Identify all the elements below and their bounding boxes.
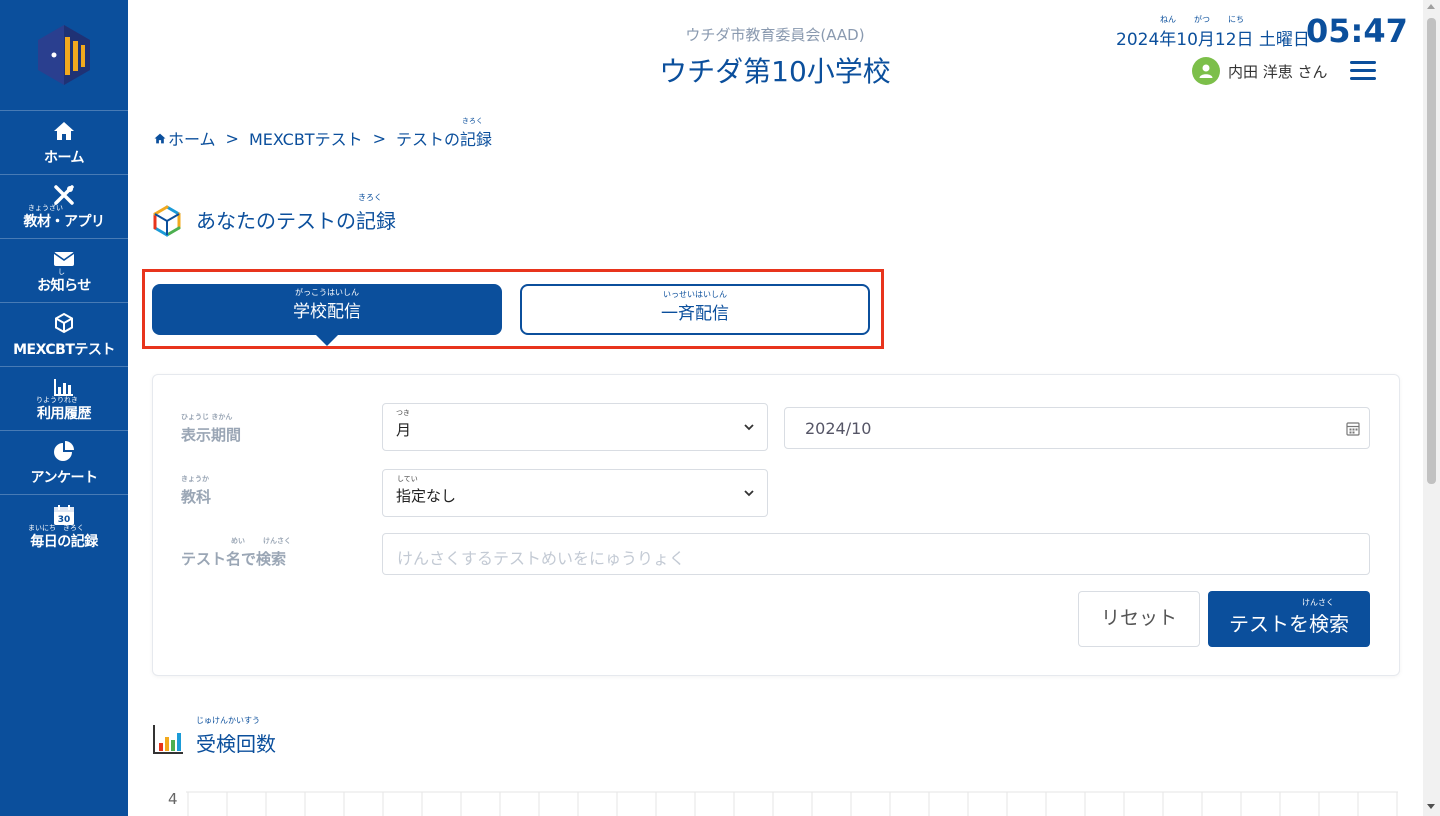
subject-select-value: 指定なし bbox=[396, 487, 457, 505]
scroll-up-arrow[interactable] bbox=[1427, 4, 1435, 9]
sidebar-item-home[interactable]: ホーム bbox=[0, 111, 128, 175]
search-label-text: テスト名で検索 bbox=[181, 550, 287, 568]
chart-title-label: 受検回数 bbox=[196, 732, 276, 756]
datetime: ねん がつ にち 2024年10月12日 土曜日 05:47 bbox=[1116, 10, 1416, 50]
search-button-label: テストを検索 bbox=[1229, 612, 1349, 636]
subject-label-ruby: きょうか bbox=[181, 475, 209, 483]
hamburger-menu-icon[interactable] bbox=[1350, 60, 1376, 82]
tab-label: 一斉配信 bbox=[661, 304, 729, 324]
period-select-value: 月 bbox=[396, 421, 412, 439]
chevron-down-icon bbox=[744, 424, 754, 431]
active-tab-arrow bbox=[316, 335, 338, 346]
sidebar-item-label: MEXCBTテスト bbox=[13, 342, 115, 358]
breadcrumb-separator: > bbox=[372, 128, 386, 148]
tab-school-delivery[interactable]: がっこうはいしん 学校配信 bbox=[152, 284, 502, 335]
school-logo-icon bbox=[38, 25, 90, 85]
sidebar-item-label: 毎日の記録 bbox=[30, 534, 98, 550]
search-test-button[interactable]: けんさく テストを検索 bbox=[1208, 591, 1370, 647]
school-name: ウチダ第10小学校 bbox=[659, 55, 891, 88]
scrollbar-thumb[interactable] bbox=[1427, 18, 1436, 484]
sidebar-item-materials[interactable]: きょうざい 教材・アプリ bbox=[0, 175, 128, 239]
month-input[interactable]: 2024/10 bbox=[784, 407, 1370, 449]
search-label-ruby: めい bbox=[231, 537, 245, 545]
home-small-icon bbox=[154, 133, 166, 143]
date-ruby-month: がつ bbox=[1194, 15, 1210, 24]
tab-label: 学校配信 bbox=[293, 302, 361, 322]
user-icon bbox=[1199, 64, 1213, 78]
subject-select-ruby: してい bbox=[397, 475, 418, 483]
period-select[interactable]: つき 月 bbox=[382, 403, 768, 451]
chart-section-icon bbox=[153, 725, 183, 754]
y-axis-tick: 4 bbox=[168, 790, 178, 808]
breadcrumb-current-ruby: きろく bbox=[461, 117, 483, 125]
chart-title-ruby: じゅけんかいすう bbox=[196, 716, 260, 725]
pie-chart-icon bbox=[52, 439, 76, 463]
period-label-ruby: ひょうじ きかん bbox=[181, 413, 233, 421]
breadcrumb-home[interactable]: ホーム bbox=[168, 126, 216, 150]
date-ruby-day: にち bbox=[1228, 15, 1244, 24]
sidebar-item-label: ホーム bbox=[43, 150, 85, 166]
avatar[interactable] bbox=[1192, 57, 1220, 85]
period-label: ひょうじ きかん 表示期間 bbox=[181, 413, 242, 445]
user-name: 内田 洋恵 さん bbox=[1228, 63, 1328, 81]
school-logo[interactable] bbox=[0, 0, 128, 111]
cube-icon bbox=[52, 311, 76, 335]
tab-bulk-delivery[interactable]: いっせいはいしん 一斉配信 bbox=[520, 284, 870, 335]
sidebar-item-survey[interactable]: アンケート bbox=[0, 431, 128, 495]
subject-select[interactable]: してい 指定なし bbox=[382, 469, 768, 517]
subject-label-text: 教科 bbox=[181, 488, 212, 506]
sidebar-item-label: 教材・アプリ bbox=[23, 214, 106, 230]
sidebar-item-label: お知らせ bbox=[37, 278, 91, 294]
chart-title: じゅけんかいすう 受検回数 bbox=[196, 716, 276, 757]
search-label-ruby: けんさく bbox=[263, 537, 291, 545]
cube-color-icon bbox=[153, 205, 181, 237]
subject-label: きょうか 教科 bbox=[181, 475, 212, 507]
search-input-placeholder: けんさくするテストめいをにゅうりょく bbox=[397, 549, 686, 568]
sidebar-item-usage-history[interactable]: りようりれき 利用履歴 bbox=[0, 367, 128, 431]
breadcrumb-current: きろく テストの記録 bbox=[395, 117, 492, 150]
sidebar-item-label: 利用履歴 bbox=[37, 406, 92, 422]
chart-grid bbox=[186, 791, 1398, 816]
current-time: 05:47 bbox=[1306, 12, 1408, 50]
breadcrumb-current-label: テストの記録 bbox=[395, 130, 492, 149]
page-title: きろく あなたのテストの記録 bbox=[196, 193, 396, 234]
breadcrumb-separator: > bbox=[225, 128, 239, 148]
search-button-ruby: けんさく bbox=[1302, 598, 1334, 607]
sidebar: ホーム きょうざい 教材・アプリ し お知らせ MEXCBTテスト りようりれき… bbox=[0, 0, 128, 816]
sidebar-item-notices[interactable]: し お知らせ bbox=[0, 239, 128, 303]
page-title-ruby: きろく bbox=[358, 193, 382, 202]
current-date: 2024年10月12日 土曜日 bbox=[1116, 30, 1310, 50]
home-icon bbox=[52, 119, 76, 143]
organization-name: ウチダ市教育委員会(AAD) bbox=[685, 26, 865, 44]
search-label: めい けんさく テスト名で検索 bbox=[181, 537, 291, 569]
month-input-value: 2024/10 bbox=[805, 419, 872, 438]
date-ruby-year: ねん bbox=[1160, 15, 1176, 24]
search-input[interactable]: けんさくするテストめいをにゅうりょく bbox=[382, 533, 1370, 575]
page-title-label: あなたのテストの記録 bbox=[196, 209, 396, 233]
sidebar-item-label: アンケート bbox=[30, 470, 98, 486]
breadcrumb: ホーム > MEXCBTテスト > きろく テストの記録 bbox=[154, 117, 492, 150]
period-label-text: 表示期間 bbox=[181, 426, 242, 444]
breadcrumb-mexcbt[interactable]: MEXCBTテスト bbox=[249, 126, 363, 150]
reset-button[interactable]: リセット bbox=[1078, 591, 1200, 647]
period-select-ruby: つき bbox=[396, 409, 410, 417]
sidebar-item-mexcbt[interactable]: MEXCBTテスト bbox=[0, 303, 128, 367]
chevron-down-icon bbox=[744, 490, 754, 497]
calendar-small-icon[interactable] bbox=[1346, 421, 1360, 436]
sidebar-item-daily-record[interactable]: 30 まいにち きろく 毎日の記録 bbox=[0, 495, 128, 559]
scroll-down-arrow[interactable] bbox=[1427, 804, 1435, 809]
